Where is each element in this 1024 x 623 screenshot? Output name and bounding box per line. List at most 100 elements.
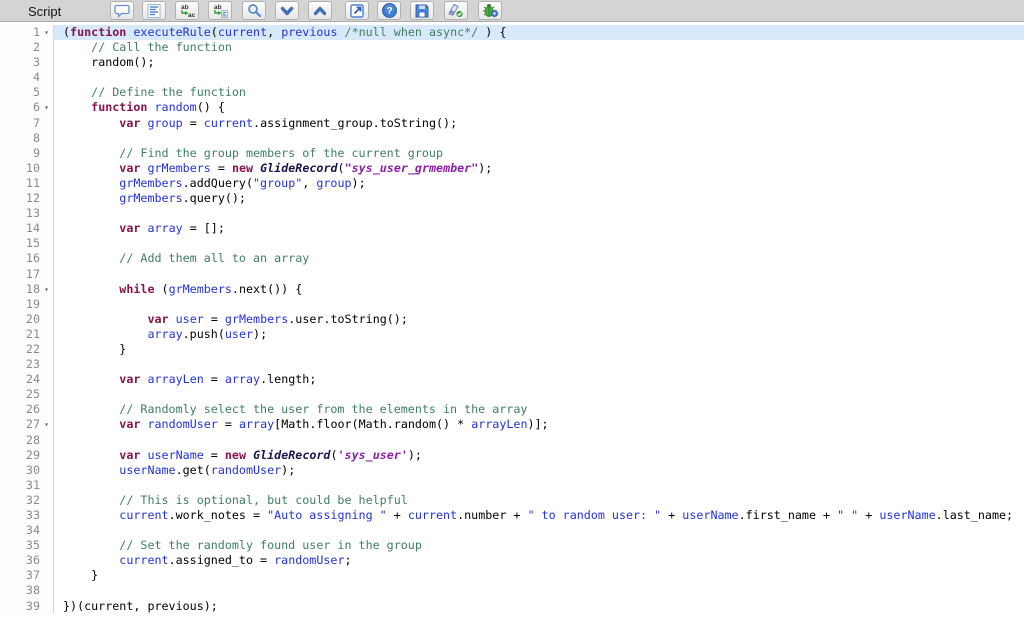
code-line-content[interactable]: // Randomly select the user from the ele…: [54, 402, 1024, 417]
code-line-content[interactable]: [54, 236, 1024, 251]
open-in-new-window-button[interactable]: [345, 1, 369, 20]
code-line[interactable]: 29 var userName = new GlideRecord('sys_u…: [0, 448, 1024, 463]
code-line-content[interactable]: grMembers.addQuery("group", group);: [54, 176, 1024, 191]
code-line[interactable]: 36 current.assigned_to = randomUser;: [0, 553, 1024, 568]
code-line[interactable]: 1▾(function executeRule(current, previou…: [0, 25, 1024, 40]
code-line-content[interactable]: function random() {: [54, 100, 1024, 115]
code-line-content[interactable]: // This is optional, but could be helpfu…: [54, 493, 1024, 508]
code-line[interactable]: 37 }: [0, 568, 1024, 583]
find-previous-button[interactable]: [308, 1, 332, 20]
code-line-content[interactable]: var user = grMembers.user.toString();: [54, 312, 1024, 327]
code-line[interactable]: 30 userName.get(randomUser);: [0, 463, 1024, 478]
code-token: current: [218, 25, 267, 39]
fold-toggle-icon[interactable]: ▾: [40, 100, 53, 115]
fold-toggle-icon[interactable]: ▾: [40, 417, 53, 432]
code-line-content[interactable]: // Define the function: [54, 85, 1024, 100]
code-line[interactable]: 14 var array = [];: [0, 221, 1024, 236]
fold-toggle-icon[interactable]: ▾: [40, 282, 53, 297]
code-line-content[interactable]: [54, 357, 1024, 372]
code-line[interactable]: 11 grMembers.addQuery("group", group);: [0, 176, 1024, 191]
code-line[interactable]: 15: [0, 236, 1024, 251]
code-line-content[interactable]: (function executeRule(current, previous …: [54, 25, 1024, 40]
code-line-content[interactable]: // Add them all to an array: [54, 251, 1024, 266]
code-line-content[interactable]: // Find the group members of the current…: [54, 146, 1024, 161]
code-line[interactable]: 25: [0, 387, 1024, 402]
code-line-content[interactable]: var group = current.assignment_group.toS…: [54, 116, 1024, 131]
code-line-content[interactable]: [54, 478, 1024, 493]
code-line[interactable]: 10 var grMembers = new GlideRecord("sys_…: [0, 161, 1024, 176]
code-line[interactable]: 17: [0, 267, 1024, 282]
syntax-check-button[interactable]: [444, 1, 468, 20]
code-line[interactable]: 21 array.push(user);: [0, 327, 1024, 342]
debug-button[interactable]: [478, 1, 502, 20]
code-line[interactable]: 31: [0, 478, 1024, 493]
code-line-content[interactable]: [54, 523, 1024, 538]
find-next-button[interactable]: [275, 1, 299, 20]
code-line[interactable]: 35 // Set the randomly found user in the…: [0, 538, 1024, 553]
code-line[interactable]: 4: [0, 70, 1024, 85]
code-editor[interactable]: 1▾(function executeRule(current, previou…: [0, 22, 1024, 622]
code-line[interactable]: 9 // Find the group members of the curre…: [0, 146, 1024, 161]
replace-button[interactable]: abac: [175, 1, 199, 20]
code-line[interactable]: 23: [0, 357, 1024, 372]
comment-button[interactable]: [110, 1, 134, 20]
code-line-content[interactable]: current.assigned_to = randomUser;: [54, 553, 1024, 568]
find-previous-icon: [312, 5, 328, 17]
code-line[interactable]: 16 // Add them all to an array: [0, 251, 1024, 266]
code-line[interactable]: 26 // Randomly select the user from the …: [0, 402, 1024, 417]
code-line-content[interactable]: [54, 297, 1024, 312]
code-line[interactable]: 18▾ while (grMembers.next()) {: [0, 282, 1024, 297]
code-line[interactable]: 8: [0, 131, 1024, 146]
code-line-content[interactable]: [54, 387, 1024, 402]
code-line-content[interactable]: var array = [];: [54, 221, 1024, 236]
code-line[interactable]: 28: [0, 433, 1024, 448]
gutter: 28: [0, 433, 54, 448]
code-line-content[interactable]: }: [54, 342, 1024, 357]
help-button[interactable]: ?: [377, 1, 401, 20]
code-line[interactable]: 34: [0, 523, 1024, 538]
code-line-content[interactable]: [54, 583, 1024, 598]
fold-toggle-icon[interactable]: ▾: [40, 25, 53, 40]
code-line[interactable]: 13: [0, 206, 1024, 221]
replace-all-button[interactable]: ab: [208, 1, 232, 20]
code-line[interactable]: 32 // This is optional, but could be hel…: [0, 493, 1024, 508]
code-line[interactable]: 27▾ var randomUser = array[Math.floor(Ma…: [0, 417, 1024, 432]
code-line-content[interactable]: var arrayLen = array.length;: [54, 372, 1024, 387]
code-line-content[interactable]: var randomUser = array[Math.floor(Math.r…: [54, 417, 1024, 432]
code-line[interactable]: 24 var arrayLen = array.length;: [0, 372, 1024, 387]
code-line-content[interactable]: // Call the function: [54, 40, 1024, 55]
code-line-content[interactable]: [54, 70, 1024, 85]
code-line-content[interactable]: array.push(user);: [54, 327, 1024, 342]
code-line[interactable]: 38: [0, 583, 1024, 598]
code-line[interactable]: 3 random();: [0, 55, 1024, 70]
code-line-content[interactable]: })(current, previous);: [54, 599, 1024, 614]
code-line-content[interactable]: // Set the randomly found user in the gr…: [54, 538, 1024, 553]
fold-gutter: [40, 206, 53, 221]
code-line[interactable]: 22 }: [0, 342, 1024, 357]
code-line-content[interactable]: while (grMembers.next()) {: [54, 282, 1024, 297]
code-line-content[interactable]: [54, 433, 1024, 448]
format-code-button[interactable]: [142, 1, 166, 20]
code-line[interactable]: 33 current.work_notes = "Auto assigning …: [0, 508, 1024, 523]
code-line[interactable]: 12 grMembers.query();: [0, 191, 1024, 206]
code-line[interactable]: 2 // Call the function: [0, 40, 1024, 55]
code-line-content[interactable]: random();: [54, 55, 1024, 70]
code-line-content[interactable]: var grMembers = new GlideRecord("sys_use…: [54, 161, 1024, 176]
code-token: randomUser: [211, 463, 281, 477]
code-line-content[interactable]: var userName = new GlideRecord('sys_user…: [54, 448, 1024, 463]
code-line[interactable]: 19: [0, 297, 1024, 312]
code-line-content[interactable]: [54, 267, 1024, 282]
search-button[interactable]: [242, 1, 266, 20]
code-line-content[interactable]: [54, 131, 1024, 146]
code-line[interactable]: 20 var user = grMembers.user.toString();: [0, 312, 1024, 327]
code-line-content[interactable]: current.work_notes = "Auto assigning " +…: [54, 508, 1024, 523]
save-button[interactable]: [410, 1, 434, 20]
code-line[interactable]: 6▾ function random() {: [0, 100, 1024, 115]
code-line-content[interactable]: grMembers.query();: [54, 191, 1024, 206]
code-line-content[interactable]: }: [54, 568, 1024, 583]
code-line[interactable]: 5 // Define the function: [0, 85, 1024, 100]
code-line[interactable]: 39})(current, previous);: [0, 599, 1024, 614]
code-line[interactable]: 7 var group = current.assignment_group.t…: [0, 116, 1024, 131]
code-line-content[interactable]: [54, 206, 1024, 221]
code-line-content[interactable]: userName.get(randomUser);: [54, 463, 1024, 478]
